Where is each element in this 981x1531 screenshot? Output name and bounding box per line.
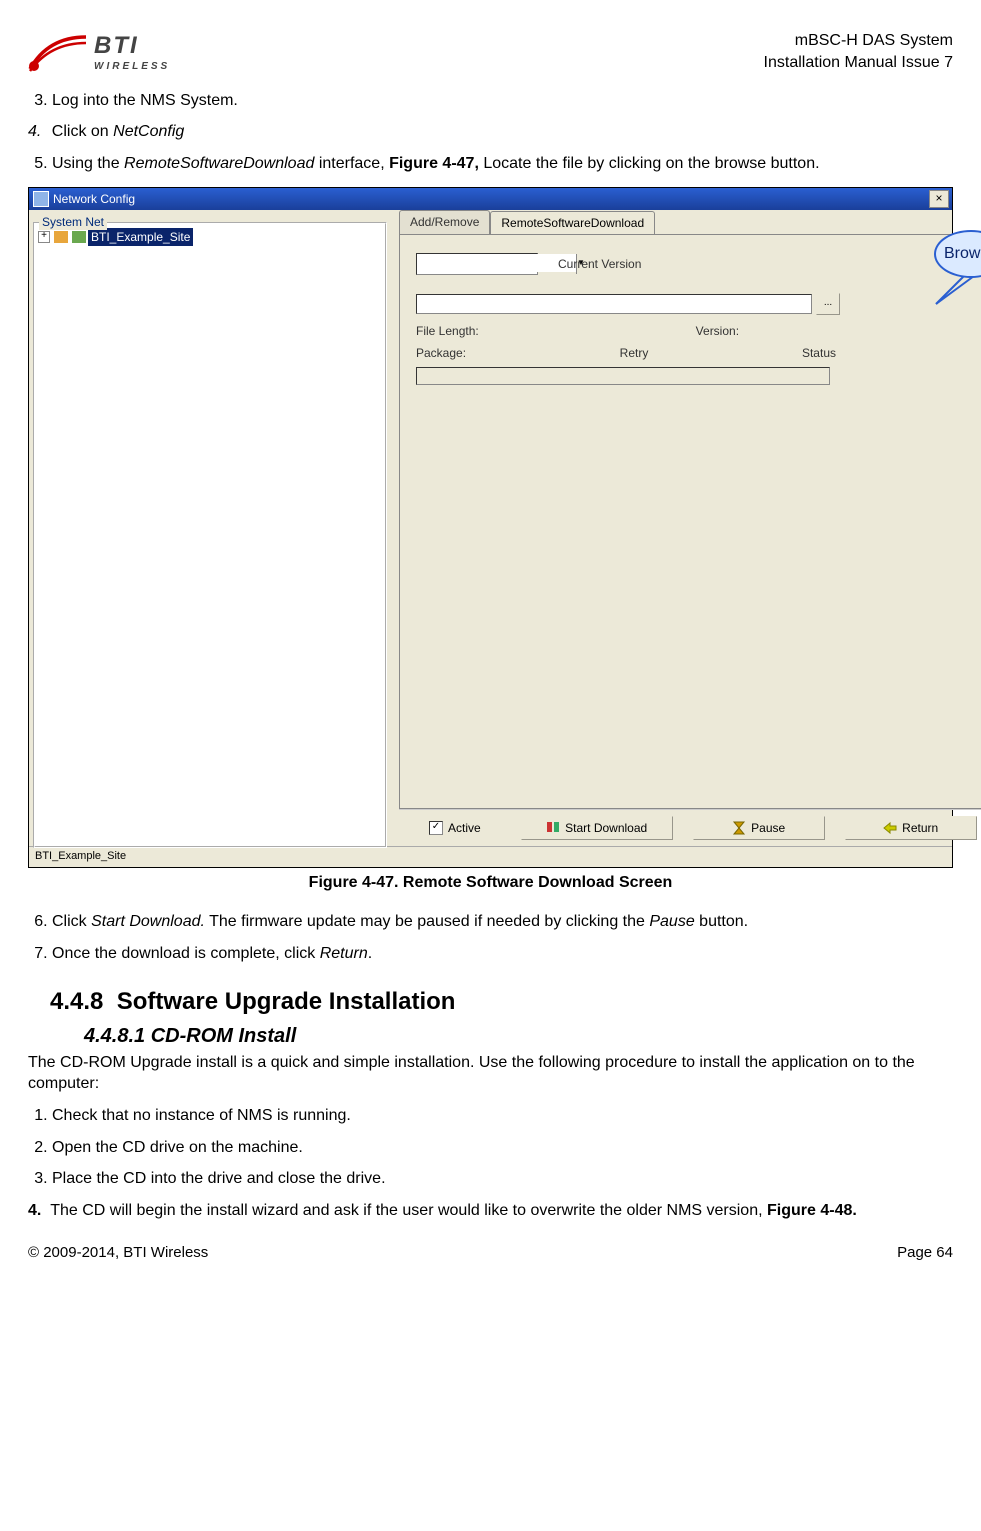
step-6: Click Start Download. The firmware updat… (52, 911, 953, 933)
window-icon (33, 191, 49, 207)
step-4: 4. Click on NetConfig (28, 121, 953, 143)
retry-label: Retry (620, 345, 649, 361)
system-net-tree[interactable]: System Net + BTI_Example_Site (33, 222, 387, 848)
step-5: Using the RemoteSoftwareDownload interfa… (52, 153, 953, 175)
file-length-label: File Length: (416, 323, 479, 339)
figure-447-caption: Figure 4-47. Remote Software Download Sc… (28, 872, 953, 894)
section-4481-heading: 4.4.8.1 CD-ROM Install (84, 1023, 953, 1050)
tab-remote-software-download[interactable]: RemoteSoftwareDownload (490, 211, 655, 234)
active-checkbox-row[interactable]: ✓ Active (429, 820, 481, 836)
steps-list-b: Click Start Download. The firmware updat… (28, 911, 953, 964)
logo: BTI WIRELESS (28, 30, 170, 74)
tree-expand-icon[interactable]: + (38, 231, 50, 243)
step-3: Log into the NMS System. (52, 90, 953, 112)
download-icon (546, 821, 560, 835)
steps-list-c: Check that no instance of NMS is running… (28, 1105, 953, 1221)
figure-447-window: Network Config × System Net + BTI_Exampl… (28, 187, 953, 868)
browse-button[interactable]: ... (816, 293, 840, 315)
footer-copyright: © 2009-2014, BTI Wireless (28, 1243, 208, 1263)
step-c3: Place the CD into the drive and close th… (52, 1168, 953, 1190)
window-titlebar: Network Config × (29, 188, 952, 210)
status-label: Status (802, 345, 836, 361)
return-icon (883, 821, 897, 835)
tabs-row: Add/Remove RemoteSoftwareDownload (399, 212, 981, 234)
window-close-button[interactable]: × (929, 190, 949, 208)
active-checkbox[interactable]: ✓ (429, 821, 443, 835)
steps-list-a: Log into the NMS System. 4. Click on Net… (28, 90, 953, 175)
step-c4: 4. The CD will begin the install wizard … (28, 1200, 953, 1222)
logo-text-bottom: WIRELESS (94, 60, 170, 74)
tree-node-label[interactable]: BTI_Example_Site (88, 228, 193, 246)
active-label: Active (448, 820, 481, 836)
page-header: BTI WIRELESS mBSC-H DAS System Installat… (28, 30, 953, 74)
version-label: Version: (696, 323, 739, 339)
file-path-input[interactable] (416, 294, 812, 314)
progress-bar (416, 367, 830, 385)
doc-title-block: mBSC-H DAS System Installation Manual Is… (764, 30, 953, 73)
tab-content: Browse ▼ Current Version ... File Length… (399, 234, 981, 809)
current-version-label: Current Version (558, 256, 641, 272)
logo-text-top: BTI (94, 30, 170, 62)
return-button[interactable]: Return (845, 816, 977, 840)
status-bar: BTI_Example_Site (29, 846, 952, 867)
tree-group-label: System Net (39, 214, 107, 230)
pause-button[interactable]: Pause (693, 816, 825, 840)
site-icon (72, 231, 86, 243)
logo-swoosh-icon (28, 31, 88, 73)
start-download-button[interactable]: Start Download (521, 816, 673, 840)
doc-title-line1: mBSC-H DAS System (764, 30, 953, 52)
doc-title-line2: Installation Manual Issue 7 (764, 52, 953, 74)
section-448-heading: 4.4.8 Software Upgrade Installation (50, 986, 953, 1018)
footer-page-number: Page 64 (897, 1243, 953, 1263)
version-input[interactable] (417, 254, 576, 272)
browse-callout: Browse (930, 230, 981, 292)
folder-icon (54, 231, 68, 243)
step-7: Once the download is complete, click Ret… (52, 943, 953, 965)
window-title-text: Network Config (53, 191, 135, 207)
tab-add-remove[interactable]: Add/Remove (399, 210, 490, 233)
page-footer: © 2009-2014, BTI Wireless Page 64 (28, 1243, 953, 1263)
hourglass-icon (732, 821, 746, 835)
step-c1: Check that no instance of NMS is running… (52, 1105, 953, 1127)
bottom-button-bar: ✓ Active Start Download Pause Return (399, 809, 981, 846)
package-label: Package: (416, 345, 466, 361)
version-combo[interactable]: ▼ (416, 253, 538, 275)
section-4481-intro: The CD-ROM Upgrade install is a quick an… (28, 1052, 953, 1095)
step-c2: Open the CD drive on the machine. (52, 1137, 953, 1159)
